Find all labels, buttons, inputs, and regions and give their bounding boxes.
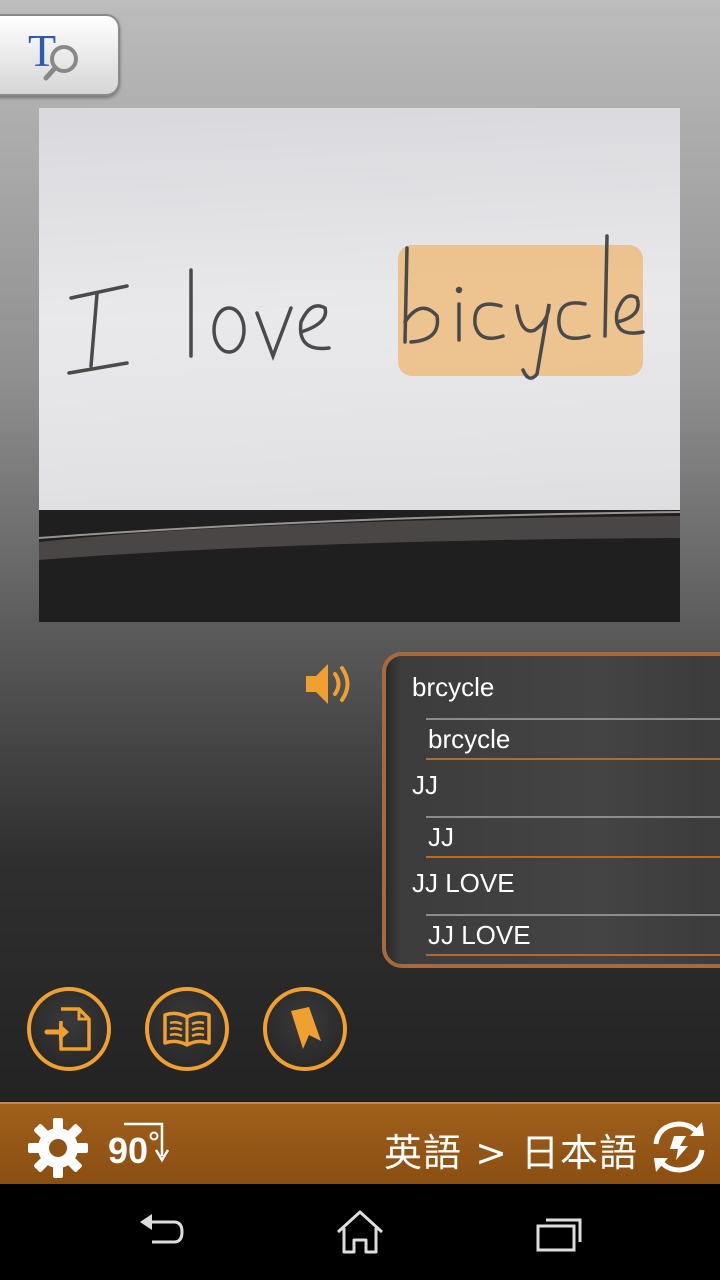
camera-preview[interactable] (39, 108, 680, 622)
gear-icon (28, 1118, 88, 1178)
result-translation: JJ LOVE (426, 914, 720, 956)
result-item[interactable]: brcycle brcycle (386, 656, 720, 760)
bookmark-icon (291, 1007, 321, 1049)
speaker-icon (306, 664, 350, 704)
home-button[interactable] (330, 1210, 390, 1256)
language-pair[interactable]: 英語 > 日本語 (384, 1122, 638, 1177)
import-button[interactable] (27, 987, 111, 1071)
dictionary-book-icon (163, 1011, 211, 1047)
import-file-icon (44, 1007, 91, 1051)
app-logo-button[interactable]: T (0, 14, 120, 96)
back-button[interactable] (132, 1210, 192, 1256)
result-item[interactable]: JJ JJ (386, 754, 720, 858)
bookmark-button[interactable] (263, 987, 347, 1071)
result-text: brcycle (412, 672, 495, 702)
home-icon (336, 1210, 384, 1254)
bottom-toolbar: 90 英語 > 日本語 (0, 1102, 720, 1186)
system-nav-bar (0, 1184, 720, 1280)
result-item[interactable]: JJ LOVE JJ LOVE (386, 852, 720, 956)
back-icon (140, 1214, 184, 1244)
recents-icon (536, 1218, 582, 1252)
speaker-button[interactable] (302, 656, 358, 712)
settings-button[interactable] (26, 1116, 90, 1180)
swap-language-button[interactable] (648, 1116, 710, 1178)
rotate-icon (124, 1122, 170, 1163)
recents-button[interactable] (530, 1210, 590, 1256)
text-search-icon: T (28, 26, 78, 81)
results-list[interactable]: brcycle brcycle JJ JJ JJ LOVE JJ LOVE (382, 652, 720, 968)
result-text: JJ (412, 770, 438, 800)
result-text: JJ LOVE (412, 868, 515, 898)
dictionary-button[interactable] (145, 987, 229, 1071)
rotate-button[interactable]: 90 (104, 1116, 176, 1176)
swap-language-icon (653, 1121, 705, 1173)
